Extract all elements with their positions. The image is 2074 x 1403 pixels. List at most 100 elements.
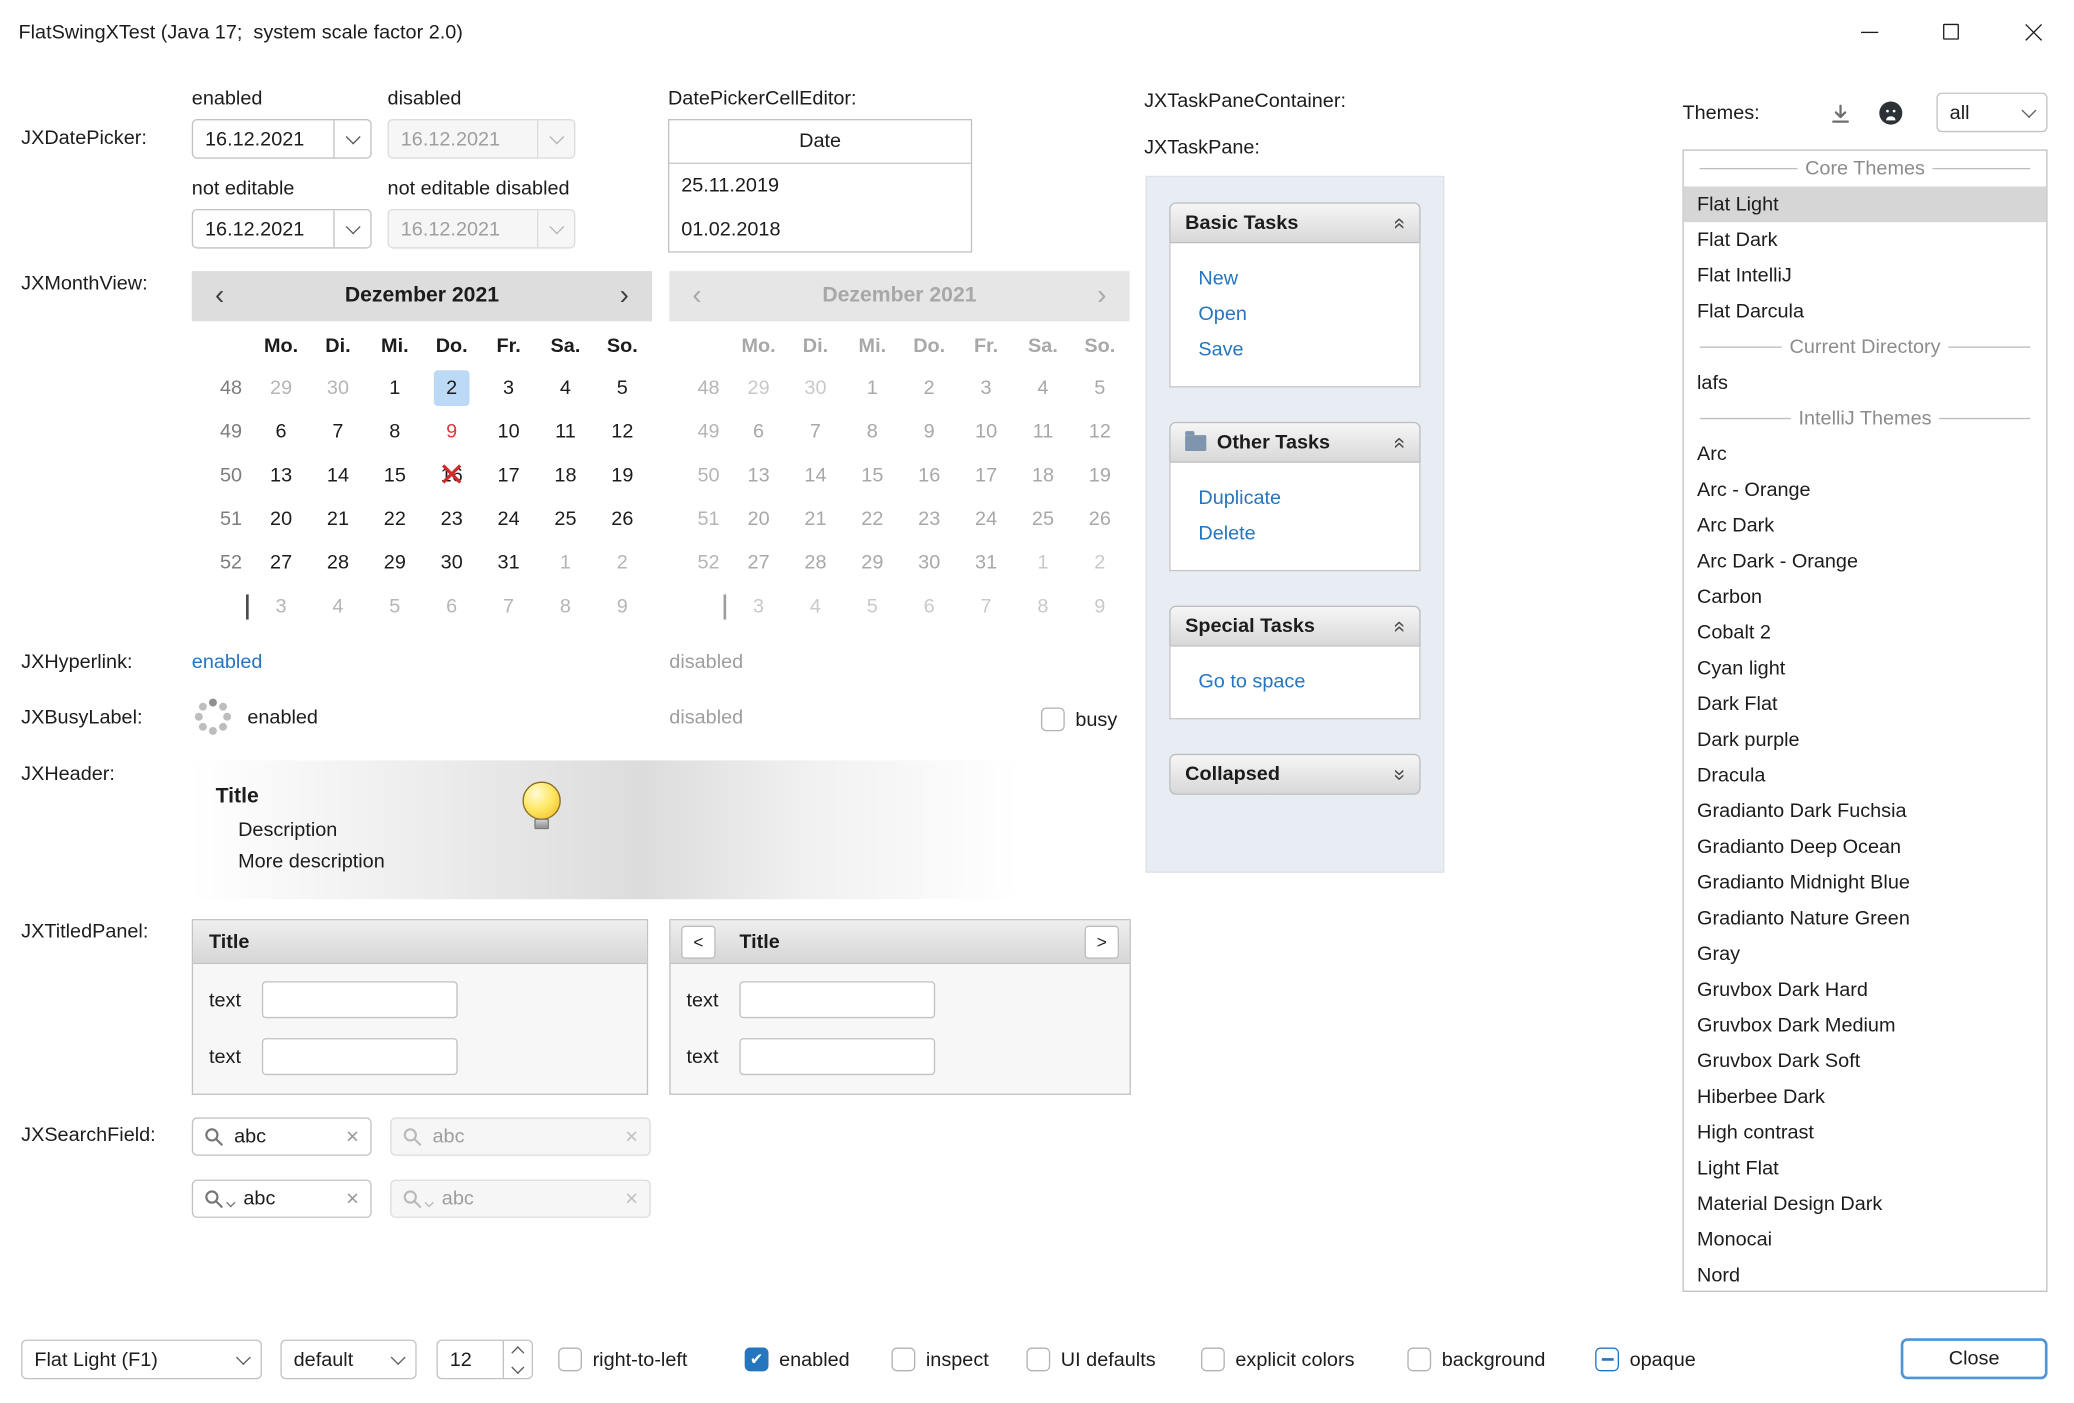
taskpane-link[interactable]: Open	[1198, 296, 1419, 332]
day-cell[interactable]: 5	[366, 588, 423, 624]
theme-list-item[interactable]: Gruvbox Dark Medium	[1684, 1008, 2046, 1044]
checkbox-opaque[interactable]: opaque	[1595, 1348, 1696, 1372]
theme-list-item[interactable]: Dark Flat	[1684, 686, 2046, 722]
day-cell[interactable]: 4	[310, 588, 367, 624]
dialog-close-button[interactable]: Close	[1901, 1338, 2048, 1379]
theme-list-item[interactable]: Gruvbox Dark Hard	[1684, 972, 2046, 1008]
theme-list-item[interactable]: Gradianto Dark Fuchsia	[1684, 793, 2046, 829]
monthview-enabled[interactable]: ‹Dezember 2021›Mo.Di.Mi.Do.Fr.Sa.So.4829…	[192, 271, 652, 628]
theme-list-item[interactable]: Gruvbox Dark Soft	[1684, 1043, 2046, 1079]
theme-list-item[interactable]: Gradianto Deep Ocean	[1684, 829, 2046, 865]
text-input[interactable]	[262, 981, 458, 1018]
download-icon[interactable]	[1825, 99, 1854, 128]
day-cell[interactable]: 1	[537, 545, 594, 581]
day-cell[interactable]: 28	[310, 545, 367, 581]
day-cell[interactable]: 17	[480, 458, 537, 494]
datepicker-dropdown-button[interactable]	[333, 210, 370, 247]
themes-filter-combo[interactable]: all	[1936, 93, 2047, 133]
theme-list-item[interactable]: Light Flat	[1684, 1150, 2046, 1186]
taskpane-link[interactable]: Duplicate	[1198, 480, 1419, 516]
day-cell[interactable]: 30	[310, 370, 367, 406]
checkbox-background[interactable]: background	[1407, 1348, 1545, 1372]
next-month-button[interactable]: ›	[597, 271, 653, 321]
hyperlink-enabled[interactable]: enabled	[192, 651, 263, 673]
theme-list-item[interactable]: Hiberbee Dark	[1684, 1079, 2046, 1115]
theme-list[interactable]: Core ThemesFlat LightFlat DarkFlat Intel…	[1682, 149, 2047, 1292]
theme-list-item[interactable]: Cyan light	[1684, 651, 2046, 687]
checkbox-explicit-colors[interactable]: explicit colors	[1201, 1348, 1354, 1372]
clear-icon[interactable]: ✕	[345, 1126, 359, 1147]
taskpane-header[interactable]: Special Tasks«	[1169, 606, 1420, 647]
table-column-header[interactable]: Date	[669, 120, 971, 164]
theme-list-item[interactable]: Monocai	[1684, 1222, 2046, 1258]
collapse-chevron-icon[interactable]: «	[1387, 620, 1411, 632]
checkbox-enabled[interactable]: ✔enabled	[745, 1348, 850, 1372]
maximize-button[interactable]	[1910, 0, 1992, 63]
day-cell[interactable]: 11	[537, 414, 594, 450]
theme-list-item[interactable]: Dark purple	[1684, 722, 2046, 758]
taskpane-header[interactable]: Other Tasks«	[1169, 422, 1420, 463]
taskpane-header[interactable]: Collapsed»	[1169, 754, 1420, 795]
collapse-chevron-icon[interactable]: «	[1387, 217, 1411, 229]
day-cell[interactable]: 10	[480, 414, 537, 450]
minimize-button[interactable]	[1828, 0, 1910, 63]
theme-list-item[interactable]: Nord	[1684, 1258, 2046, 1292]
theme-list-item[interactable]: Flat IntelliJ	[1684, 258, 2046, 294]
busy-checkbox[interactable]: busy	[1041, 707, 1117, 731]
theme-list-item[interactable]: Arc	[1684, 436, 2046, 472]
day-cell[interactable]: 21	[310, 501, 367, 537]
datepicker-not-editable[interactable]: 16.12.2021	[192, 209, 372, 249]
day-cell[interactable]: 9	[423, 414, 480, 450]
collapse-chevron-icon[interactable]: «	[1387, 436, 1411, 448]
day-cell[interactable]: 2	[594, 545, 651, 581]
search-field[interactable]: abc✕	[192, 1117, 372, 1155]
theme-list-item[interactable]: Dracula	[1684, 758, 2046, 794]
day-cell[interactable]: 19	[594, 458, 651, 494]
day-cell[interactable]: 14	[310, 458, 367, 494]
github-icon[interactable]	[1876, 98, 1906, 128]
taskpane-link[interactable]: Delete	[1198, 516, 1419, 552]
theme-list-item[interactable]: Flat Dark	[1684, 222, 2046, 258]
expand-chevron-icon[interactable]: »	[1387, 768, 1411, 780]
theme-list-item[interactable]: Gray	[1684, 936, 2046, 972]
theme-list-item[interactable]: Flat Darcula	[1684, 294, 2046, 330]
spinner-down-button[interactable]	[504, 1359, 532, 1378]
prev-month-button[interactable]: ‹	[192, 271, 248, 321]
theme-list-item[interactable]: High contrast	[1684, 1115, 2046, 1151]
checkbox-right-to-left[interactable]: right-to-left	[558, 1348, 687, 1372]
day-cell[interactable]: 30	[423, 545, 480, 581]
day-cell[interactable]: 6	[423, 588, 480, 624]
day-cell[interactable]: 1	[366, 370, 423, 406]
day-cell[interactable]: 29	[253, 370, 310, 406]
text-input[interactable]	[739, 981, 935, 1018]
theme-list-item[interactable]: Material Design Dark	[1684, 1186, 2046, 1222]
spinner-up-button[interactable]	[504, 1341, 532, 1360]
table-row[interactable]: 25.11.2019	[669, 164, 971, 208]
day-cell[interactable]: 6	[253, 414, 310, 450]
theme-list-item[interactable]: Flat Light	[1684, 186, 2046, 222]
day-cell[interactable]: 8	[537, 588, 594, 624]
clear-icon[interactable]: ✕	[345, 1188, 359, 1209]
day-cell[interactable]: 3	[253, 588, 310, 624]
table-row[interactable]: 01.02.2018	[669, 208, 971, 252]
day-cell[interactable]: 15	[366, 458, 423, 494]
day-cell[interactable]: 26	[594, 501, 651, 537]
day-cell[interactable]: 22	[366, 501, 423, 537]
theme-list-item[interactable]: lafs	[1684, 365, 2046, 401]
theme-list-item[interactable]: Cobalt 2	[1684, 615, 2046, 651]
day-cell[interactable]: 5	[594, 370, 651, 406]
spinner-value[interactable]: 12	[438, 1341, 503, 1378]
text-input[interactable]	[739, 1038, 935, 1075]
day-cell[interactable]: 3	[480, 370, 537, 406]
day-cell[interactable]: 8	[366, 414, 423, 450]
day-cell[interactable]: 31	[480, 545, 537, 581]
text-input[interactable]	[262, 1038, 458, 1075]
datepicker-dropdown-button[interactable]	[333, 120, 370, 157]
theme-list-item[interactable]: Arc Dark - Orange	[1684, 544, 2046, 580]
day-cell[interactable]: 2	[423, 370, 480, 406]
font-size-spinner[interactable]: 12	[436, 1340, 533, 1380]
day-cell[interactable]: 24	[480, 501, 537, 537]
day-cell[interactable]: 7	[310, 414, 367, 450]
day-cell[interactable]: 16✕	[423, 458, 480, 494]
laf-combo[interactable]: Flat Light (F1)	[21, 1340, 262, 1380]
